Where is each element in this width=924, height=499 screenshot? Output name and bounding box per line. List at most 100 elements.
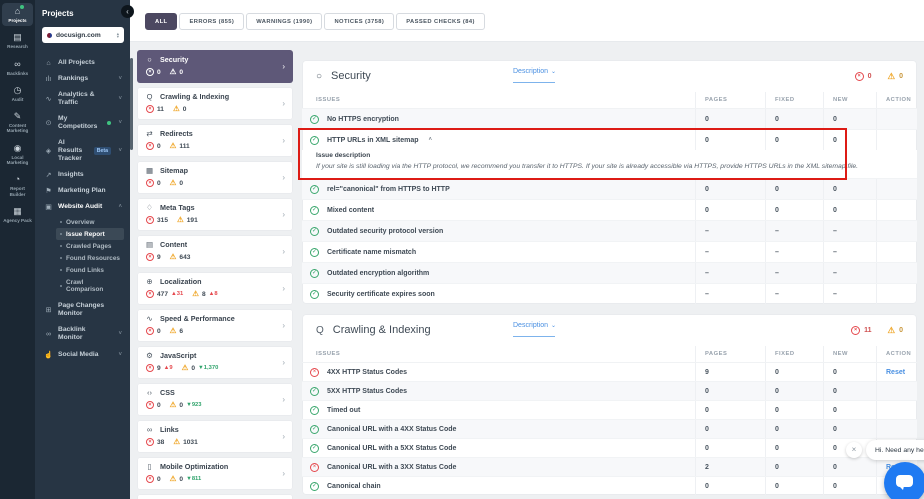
chat-launcher-button[interactable] bbox=[884, 462, 924, 499]
rail-item[interactable]: ▤ Research bbox=[2, 29, 33, 52]
issue-row[interactable]: ✓ HTTP URLs in XML sitemap ˄ 0 0 0 bbox=[302, 130, 917, 150]
table-rows: ✓ No HTTPS encryption 0 0 0 ✓ HTTP URLs … bbox=[298, 109, 917, 305]
project-selector[interactable]: docusign.com ▴ ▾ bbox=[42, 27, 124, 43]
sidebar-subitem[interactable]: Issue Report bbox=[56, 228, 124, 241]
pass-check-icon: ✓ bbox=[310, 443, 319, 453]
sidebar-item[interactable]: ılı Rankings ˅ bbox=[42, 71, 124, 87]
css-icon: ‹› bbox=[147, 388, 152, 397]
issue-row[interactable]: ✓ Timed out 0 0 0 bbox=[302, 401, 917, 420]
report-builder-icon: ◔ bbox=[14, 174, 21, 185]
issue-row[interactable]: ✓ Canonical chain 0 0 0 bbox=[302, 477, 917, 496]
errors-icon: × bbox=[146, 290, 154, 298]
issue-row[interactable]: ✓ 5XX HTTP Status Codes 0 0 0 bbox=[302, 382, 917, 401]
sidebar-subitem[interactable]: Found Resources bbox=[56, 252, 124, 264]
rail-item[interactable]: ◔ Report Builder bbox=[2, 171, 33, 200]
issue-row[interactable]: ✓ Canonical URL with a 4XX Status Code 0… bbox=[302, 420, 917, 439]
table-row: ✓ Certificate name mismatch – – – bbox=[302, 241, 917, 263]
issue-row[interactable]: ✓ Security certificate expires soon – – … bbox=[302, 284, 917, 305]
sidebar-subitem[interactable]: Overview bbox=[56, 216, 124, 228]
category-card[interactable]: ○ Security › × 0 ⚠ 0 bbox=[137, 50, 293, 83]
category-card[interactable]: ▦ Sitemap › × 0 ⚠ 0 bbox=[137, 161, 293, 194]
category-card[interactable]: ⇄ Redirects › × 0 ⚠ 111 bbox=[137, 124, 293, 157]
sidebar-item[interactable]: ⌂ All Projects bbox=[42, 55, 124, 71]
reset-link[interactable]: Reset bbox=[886, 369, 905, 376]
sidebar-subitem[interactable]: Found Links bbox=[56, 264, 124, 276]
rail-item[interactable]: ◷ Audit bbox=[2, 82, 33, 105]
errors-count: 0 bbox=[867, 72, 872, 80]
table-row: ✓ Outdated security protocol version – –… bbox=[302, 220, 917, 242]
issue-row[interactable]: × 4XX HTTP Status Codes 9 0 0 Reset bbox=[302, 363, 917, 382]
column-issues: ISSUES bbox=[316, 351, 341, 358]
issue-row[interactable]: ✓ rel="canonical" from HTTPS to HTTP 0 0… bbox=[302, 179, 917, 200]
sidebar-item[interactable]: ↗ Insights bbox=[42, 167, 124, 183]
sidebar-scrollbar[interactable] bbox=[130, 58, 133, 150]
sidebar-item[interactable]: ⚑ Marketing Plan bbox=[42, 183, 124, 199]
category-card[interactable]: Q Crawling & Indexing › × 11 ⚠ 0 bbox=[137, 87, 293, 120]
sidebar-subitem[interactable]: Crawled Pages bbox=[56, 240, 124, 252]
tab[interactable]: PASSED CHECKS (84) bbox=[396, 13, 485, 30]
issue-row[interactable]: ✓ Certificate name mismatch – – – bbox=[302, 242, 917, 263]
new-value: 0 bbox=[823, 109, 876, 129]
chat-greeting[interactable]: Hi. Need any help? bbox=[866, 440, 924, 460]
tab[interactable]: ERRORS (855) bbox=[179, 13, 245, 30]
sidebar-subitem[interactable]: Crawl Comparison bbox=[56, 276, 124, 295]
category-card[interactable]: ‹› CSS › × 0 ⚠ 0 ▼923 bbox=[137, 383, 293, 416]
category-card[interactable]: ▤ Content › × 9 ⚠ 643 bbox=[137, 235, 293, 268]
tab[interactable]: NOTICES (3758) bbox=[324, 13, 395, 30]
description-toggle[interactable]: Description ⌄ bbox=[513, 322, 557, 338]
category-card[interactable]: ⊕ Localization › × 477 ▲31 ⚠ 8 ▲8 bbox=[137, 272, 293, 305]
fixed-value: – bbox=[765, 242, 823, 263]
table-row: ✓ Canonical chain 0 0 0 bbox=[302, 476, 917, 496]
document-icon: ▤ bbox=[145, 240, 154, 249]
issue-row[interactable]: × Canonical URL with a 3XX Status Code 2… bbox=[302, 458, 917, 477]
issue-row[interactable]: ✓ Outdated security protocol version – –… bbox=[302, 221, 917, 242]
category-card[interactable]: ♢ Meta Tags › × 315 ⚠ 191 bbox=[137, 198, 293, 231]
rail-item-label: Local Marketing bbox=[6, 154, 29, 165]
rail-item[interactable]: ∞ Backlinks bbox=[2, 56, 33, 79]
issue-row[interactable]: ✓ Canonical URL with a 5XX Status Code 0… bbox=[302, 439, 917, 458]
category-card[interactable]: ⚙ JavaScript › × 9 ▲9 ⚠ 0 ▼1,370 bbox=[137, 346, 293, 379]
rail-item[interactable]: ✎ Content Marketing bbox=[2, 108, 33, 137]
sidebar-item[interactable]: ⊙ My Competitors ˅ bbox=[42, 111, 124, 135]
rail-item[interactable]: ⌂ Projects bbox=[2, 3, 33, 27]
chevron-down-icon: ⌄ bbox=[551, 323, 557, 330]
sidebar-item[interactable]: ◈ AI Results Tracker Beta ˅ bbox=[42, 135, 124, 167]
sidebar-item-label: My Competitors bbox=[58, 115, 98, 131]
fixed-value: – bbox=[765, 221, 823, 242]
issue-row[interactable]: ✓ Mixed content 0 0 0 bbox=[302, 200, 917, 221]
pass-check-icon: ✓ bbox=[310, 135, 319, 145]
tab[interactable]: ALL bbox=[145, 13, 178, 30]
issue-row[interactable]: ✓ No HTTPS encryption 0 0 0 bbox=[302, 109, 917, 129]
issue-name: Canonical URL with a 4XX Status Code bbox=[327, 425, 457, 433]
tab-label: NOTICES (3758) bbox=[334, 18, 385, 25]
chevron-right-icon: › bbox=[282, 432, 285, 441]
sidebar-item[interactable]: ∞ Backlink Monitor ˅ bbox=[42, 322, 124, 346]
pages-value: 2 bbox=[695, 458, 765, 477]
pass-check-icon: ✓ bbox=[310, 268, 319, 278]
section-title: Crawling & Indexing bbox=[332, 324, 431, 337]
local-marketing-icon: ◉ bbox=[13, 142, 22, 153]
sidebar-item[interactable]: ▣ Website Audit ˄ bbox=[42, 199, 124, 215]
category-card[interactable]: ◎ Other › bbox=[137, 494, 293, 499]
chevron-right-icon: › bbox=[282, 210, 285, 219]
collapse-sidebar-button[interactable]: ‹ bbox=[121, 5, 134, 18]
category-card[interactable]: ∿ Speed & Performance › × 0 ⚠ 6 bbox=[137, 309, 293, 342]
sidebar-item[interactable]: ∿ Analytics & Traffic ˅ bbox=[42, 87, 124, 111]
category-card[interactable]: ∞ Links › × 38 ⚠ 1031 bbox=[137, 420, 293, 453]
tab[interactable]: WARNINGS (1990) bbox=[246, 13, 323, 30]
warnings-count: 0 bbox=[182, 105, 187, 113]
chevron-right-icon: › bbox=[282, 247, 285, 256]
chat-close-button[interactable]: × bbox=[846, 442, 862, 458]
description-toggle[interactable]: Description ⌄ bbox=[513, 68, 556, 83]
category-card[interactable]: ▯ Mobile Optimization › × 0 ⚠ 0 ▼811 bbox=[137, 457, 293, 490]
pass-check-icon: ✓ bbox=[310, 226, 319, 236]
collapse-row-icon[interactable]: ˄ bbox=[429, 137, 433, 143]
rail-item[interactable]: ▦ Agency Pack bbox=[2, 203, 33, 226]
pages-value: 0 bbox=[695, 109, 765, 129]
sidebar-item[interactable]: ⊞ Page Changes Monitor bbox=[42, 298, 124, 322]
chevron-icon: ˅ bbox=[118, 96, 122, 103]
rail-item[interactable]: ◉ Local Marketing bbox=[2, 140, 33, 169]
sidebar-item[interactable]: ☝ Social Media ˅ bbox=[42, 347, 124, 363]
issue-row[interactable]: ✓ Outdated encryption algorithm – – – bbox=[302, 263, 917, 284]
warnings-count: 1031 bbox=[183, 438, 198, 446]
